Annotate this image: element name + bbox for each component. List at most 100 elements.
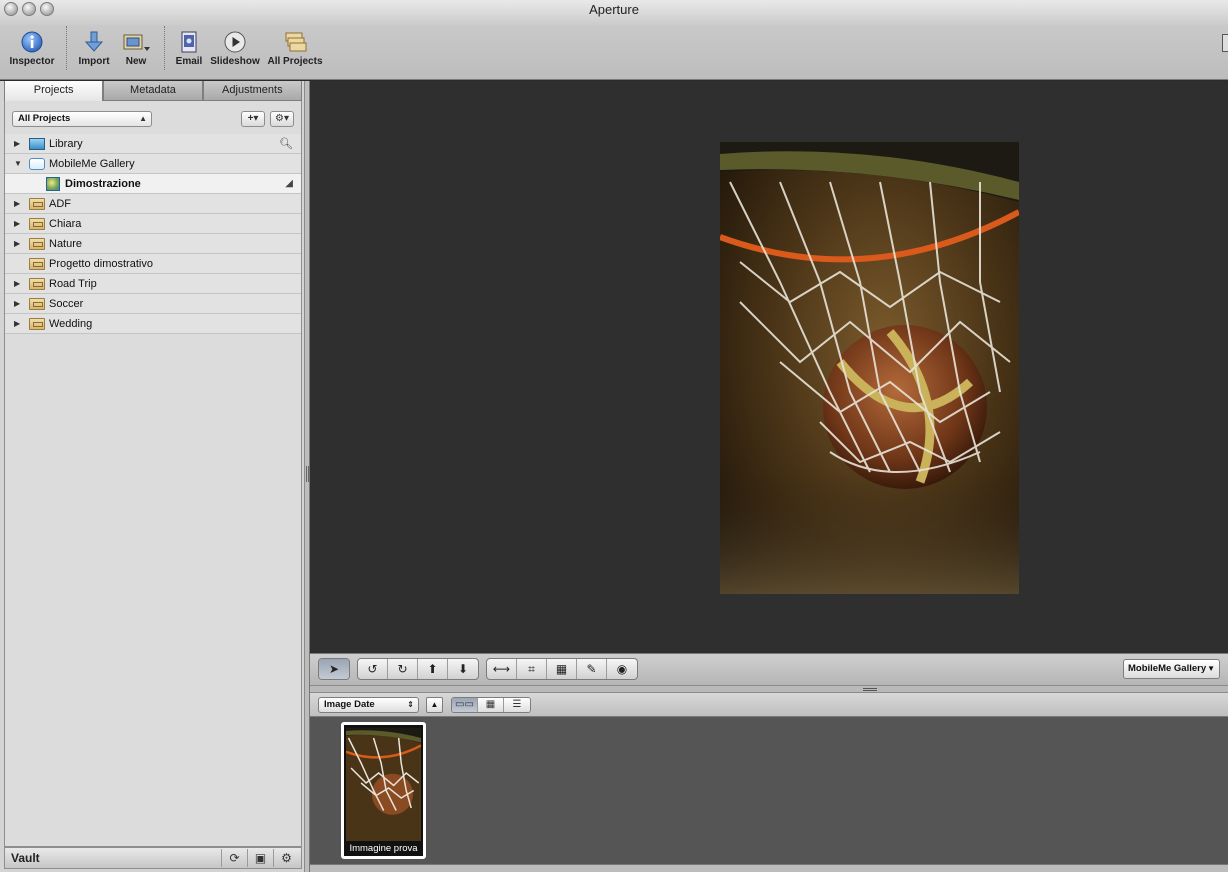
aperture-window: Aperture Inspector Import New Email Slid…: [0, 0, 1228, 872]
import-label: Import: [78, 56, 110, 67]
rotate-flag-tool-group: ↺ ↻ ⬆ ⬇: [357, 658, 479, 680]
project-folder-icon: [29, 298, 45, 310]
tree-item-soccer[interactable]: ▶ Soccer: [5, 294, 301, 314]
projects-filter-select[interactable]: All Projects ▲: [12, 111, 152, 127]
red-eye-button[interactable]: ◉: [607, 659, 637, 679]
new-button[interactable]: New: [118, 30, 154, 67]
vault-action-button[interactable]: ⚙: [273, 849, 299, 867]
email-icon: [181, 31, 197, 53]
new-label: New: [125, 56, 147, 67]
tree-item-road-trip[interactable]: ▶ Road Trip: [5, 274, 301, 294]
selection-tool-button[interactable]: ➤: [319, 659, 349, 679]
eye-icon: ◉: [616, 662, 628, 676]
tree-item-label: Dimostrazione: [65, 178, 141, 190]
tool-strip: ➤ ↺ ↻ ⬆ ⬇ ⟷ ⌗ ▦ ✎ ◉ MobileMe Gallery ▼: [310, 653, 1228, 685]
arrow-pointer-icon: ➤: [328, 662, 340, 676]
thumbnail-photo: [346, 728, 421, 841]
browser-filmstrip: Immagine prova: [310, 717, 1228, 864]
slideshow-button[interactable]: Slideshow: [210, 30, 260, 67]
import-button[interactable]: Import: [74, 30, 114, 67]
email-button[interactable]: Email: [172, 30, 206, 67]
tree-item-wedding[interactable]: ▶ Wedding: [5, 314, 301, 334]
vault-add-button[interactable]: ▣: [247, 849, 273, 867]
updown-arrows-icon: ⇕: [407, 700, 414, 709]
edit-tool-group: ⟷ ⌗ ▦ ✎ ◉: [486, 658, 638, 680]
rotate-left-button[interactable]: ↺: [358, 659, 388, 679]
tree-item-library[interactable]: ▶ Library 🔍︎: [5, 134, 301, 154]
list-view-button[interactable]: ☰: [504, 698, 530, 712]
tree-item-nature[interactable]: ▶ Nature: [5, 234, 301, 254]
project-folder-icon: [29, 198, 45, 210]
sort-select[interactable]: Image Date ⇕: [318, 697, 419, 713]
tree-item-progetto-dimostrativo[interactable]: Progetto dimostrativo: [5, 254, 301, 274]
tree-item-label: Progetto dimostrativo: [49, 258, 153, 270]
chevron-down-icon: ▼: [1207, 664, 1215, 673]
title-bar: Aperture Inspector Import New Email Slid…: [0, 0, 1228, 80]
tab-adjustments[interactable]: Adjustments: [202, 81, 302, 101]
refresh-icon: ⟳: [229, 851, 240, 865]
splitter-grip-icon: [863, 688, 877, 691]
inspector-button[interactable]: Inspector: [8, 30, 56, 67]
tree-item-label: Soccer: [49, 298, 84, 310]
tab-metadata[interactable]: Metadata: [103, 81, 203, 101]
project-folder-icon: [29, 318, 45, 330]
filmstrip-view-button[interactable]: ▭▭: [452, 698, 478, 712]
tree-item-dimostrazione[interactable]: Dimostrazione ◢: [5, 174, 301, 194]
tree-item-label: Wedding: [49, 318, 93, 330]
splitter-grip-icon: [306, 466, 309, 482]
rotate-right-button[interactable]: ↻: [388, 659, 418, 679]
disclosure-closed-icon: ▶: [14, 139, 21, 148]
rotate-left-icon: ↺: [367, 662, 378, 676]
filmstrip-icon: ▭▭: [455, 699, 474, 710]
crop-button[interactable]: ⌗: [517, 659, 547, 679]
tree-item-label: Library: [49, 138, 83, 150]
straighten-button[interactable]: ⟷: [487, 659, 517, 679]
browser-splitter[interactable]: [310, 685, 1228, 693]
stamp-icon: ⬇: [457, 662, 469, 676]
projects-panel-body: All Projects ▲ +▾ ⚙▾ ▶ Library 🔍︎ ▼ Mobi…: [4, 101, 302, 847]
library-icon: [29, 138, 45, 150]
stamp-button[interactable]: ⬇: [448, 659, 478, 679]
brush-button[interactable]: ✎: [577, 659, 607, 679]
gear-icon: ⚙▾: [275, 113, 289, 124]
toolbar-separator: [66, 26, 67, 70]
action-menu-button[interactable]: ⚙▾: [270, 111, 294, 127]
plus-icon: +▾: [247, 113, 259, 124]
add-item-button[interactable]: +▾: [241, 111, 265, 127]
window-bottom-edge: [310, 864, 1228, 872]
email-label: Email: [175, 56, 203, 67]
tree-item-adf[interactable]: ▶ ADF: [5, 194, 301, 214]
search-icon[interactable]: 🔍︎: [279, 134, 293, 154]
toolbar-overflow-button[interactable]: [1222, 34, 1228, 52]
lift-icon: ⬆: [427, 662, 438, 676]
info-icon: [21, 31, 43, 53]
destination-select[interactable]: MobileMe Gallery ▼: [1123, 659, 1220, 679]
crop-icon: ⌗: [528, 661, 535, 676]
all-projects-label: All Projects: [267, 56, 323, 67]
all-projects-button[interactable]: All Projects: [266, 30, 324, 67]
tab-projects[interactable]: Projects: [4, 81, 104, 101]
publish-signal-icon: ◢: [285, 178, 293, 189]
destination-select-value: MobileMe Gallery: [1128, 663, 1207, 674]
updown-arrows-icon: ▲: [139, 114, 147, 123]
project-folder-icon: [29, 218, 45, 230]
play-icon: [224, 31, 246, 53]
sort-direction-button[interactable]: ▲: [426, 697, 443, 713]
vault-update-button[interactable]: ⟳: [221, 849, 247, 867]
tree-item-chiara[interactable]: ▶ Chiara: [5, 214, 301, 234]
disclosure-closed-icon: ▶: [14, 199, 21, 208]
patch-button[interactable]: ▦: [547, 659, 577, 679]
tree-item-mobileme-gallery[interactable]: ▼ MobileMe Gallery: [5, 154, 301, 174]
projects-tree: ▶ Library 🔍︎ ▼ MobileMe Gallery Dimostra…: [5, 134, 301, 334]
thumbnail[interactable]: Immagine prova: [341, 722, 426, 859]
panel-tabs: Projects Metadata Adjustments: [4, 81, 302, 101]
new-project-icon: [123, 34, 150, 51]
grid-view-button[interactable]: ▦: [478, 698, 504, 712]
lift-button[interactable]: ⬆: [418, 659, 448, 679]
main-photo[interactable]: [720, 142, 1019, 594]
tree-item-label: Road Trip: [49, 278, 97, 290]
vault-icon: ▣: [254, 851, 267, 865]
list-icon: ☰: [512, 699, 522, 710]
thumbnail-image: [346, 728, 421, 841]
vault-bar: Vault ⟳ ▣ ⚙: [4, 847, 302, 869]
